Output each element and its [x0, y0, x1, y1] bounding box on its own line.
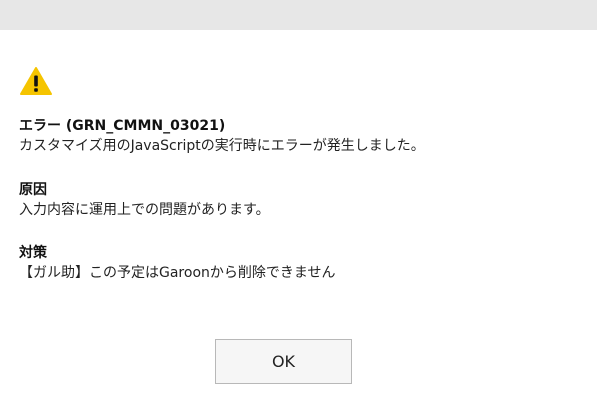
cause-message: 入力内容に運用上での問題があります。 [19, 202, 270, 218]
warning-icon [19, 66, 53, 96]
error-dialog: エラー (GRN_CMMN_03021) カスタマイズ用のJavaScriptの… [0, 0, 597, 403]
dialog-titlebar [0, 0, 597, 30]
measure-heading: 対策 [19, 245, 47, 261]
measure-message: 【ガル助】この予定はGaroonから削除できません [19, 265, 336, 281]
cause-section: 原因 入力内容に運用上での問題があります。 [19, 180, 589, 220]
error-heading: エラー (GRN_CMMN_03021) [19, 118, 226, 134]
measure-section: 対策 【ガル助】この予定はGaroonから削除できません [19, 243, 589, 283]
error-message: カスタマイズ用のJavaScriptの実行時にエラーが発生しました。 [19, 138, 425, 154]
ok-button[interactable]: OK [215, 339, 352, 384]
error-section: エラー (GRN_CMMN_03021) カスタマイズ用のJavaScriptの… [19, 116, 589, 156]
cause-heading: 原因 [19, 182, 47, 198]
